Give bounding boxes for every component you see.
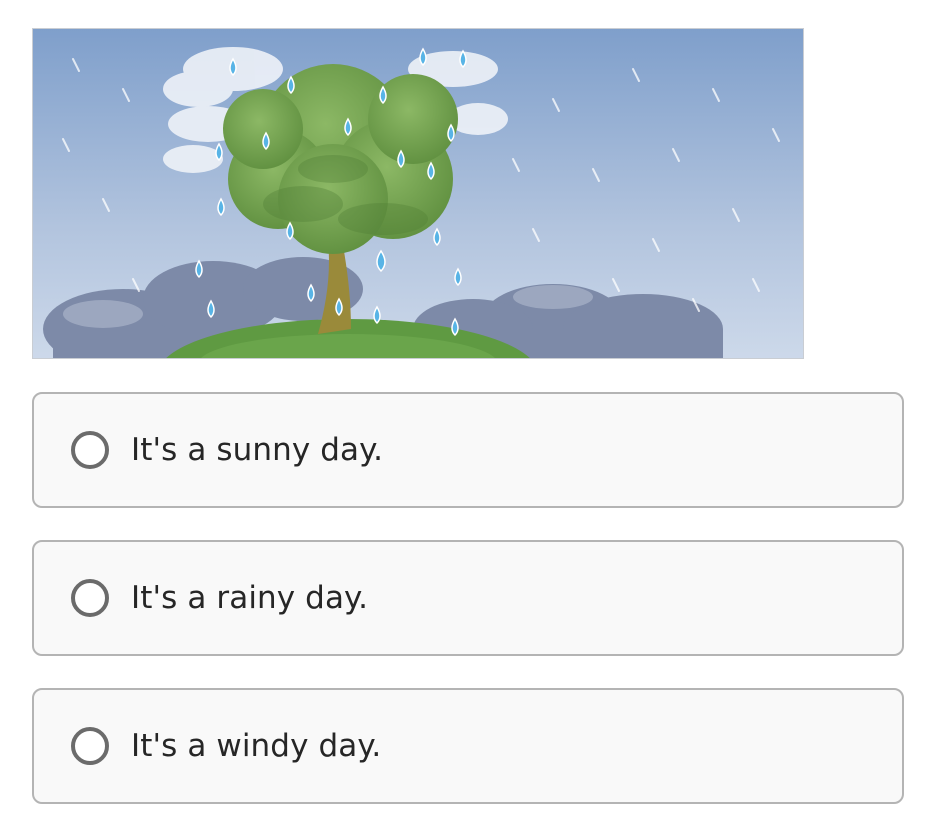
option-label: It's a rainy day. bbox=[131, 580, 369, 616]
option-rainy[interactable]: It's a rainy day. bbox=[32, 540, 904, 656]
option-windy[interactable]: It's a windy day. bbox=[32, 688, 904, 804]
option-label: It's a windy day. bbox=[131, 728, 382, 764]
answer-options: It's a sunny day. It's a rainy day. It's… bbox=[32, 392, 904, 832]
radio-button-icon[interactable] bbox=[71, 431, 109, 469]
option-label: It's a sunny day. bbox=[131, 432, 384, 468]
radio-button-icon[interactable] bbox=[71, 727, 109, 765]
radio-button-icon[interactable] bbox=[71, 579, 109, 617]
quiz-page: It's a sunny day. It's a rainy day. It's… bbox=[0, 0, 936, 832]
option-sunny[interactable]: It's a sunny day. bbox=[32, 392, 904, 508]
rainy-day-image bbox=[32, 28, 804, 359]
